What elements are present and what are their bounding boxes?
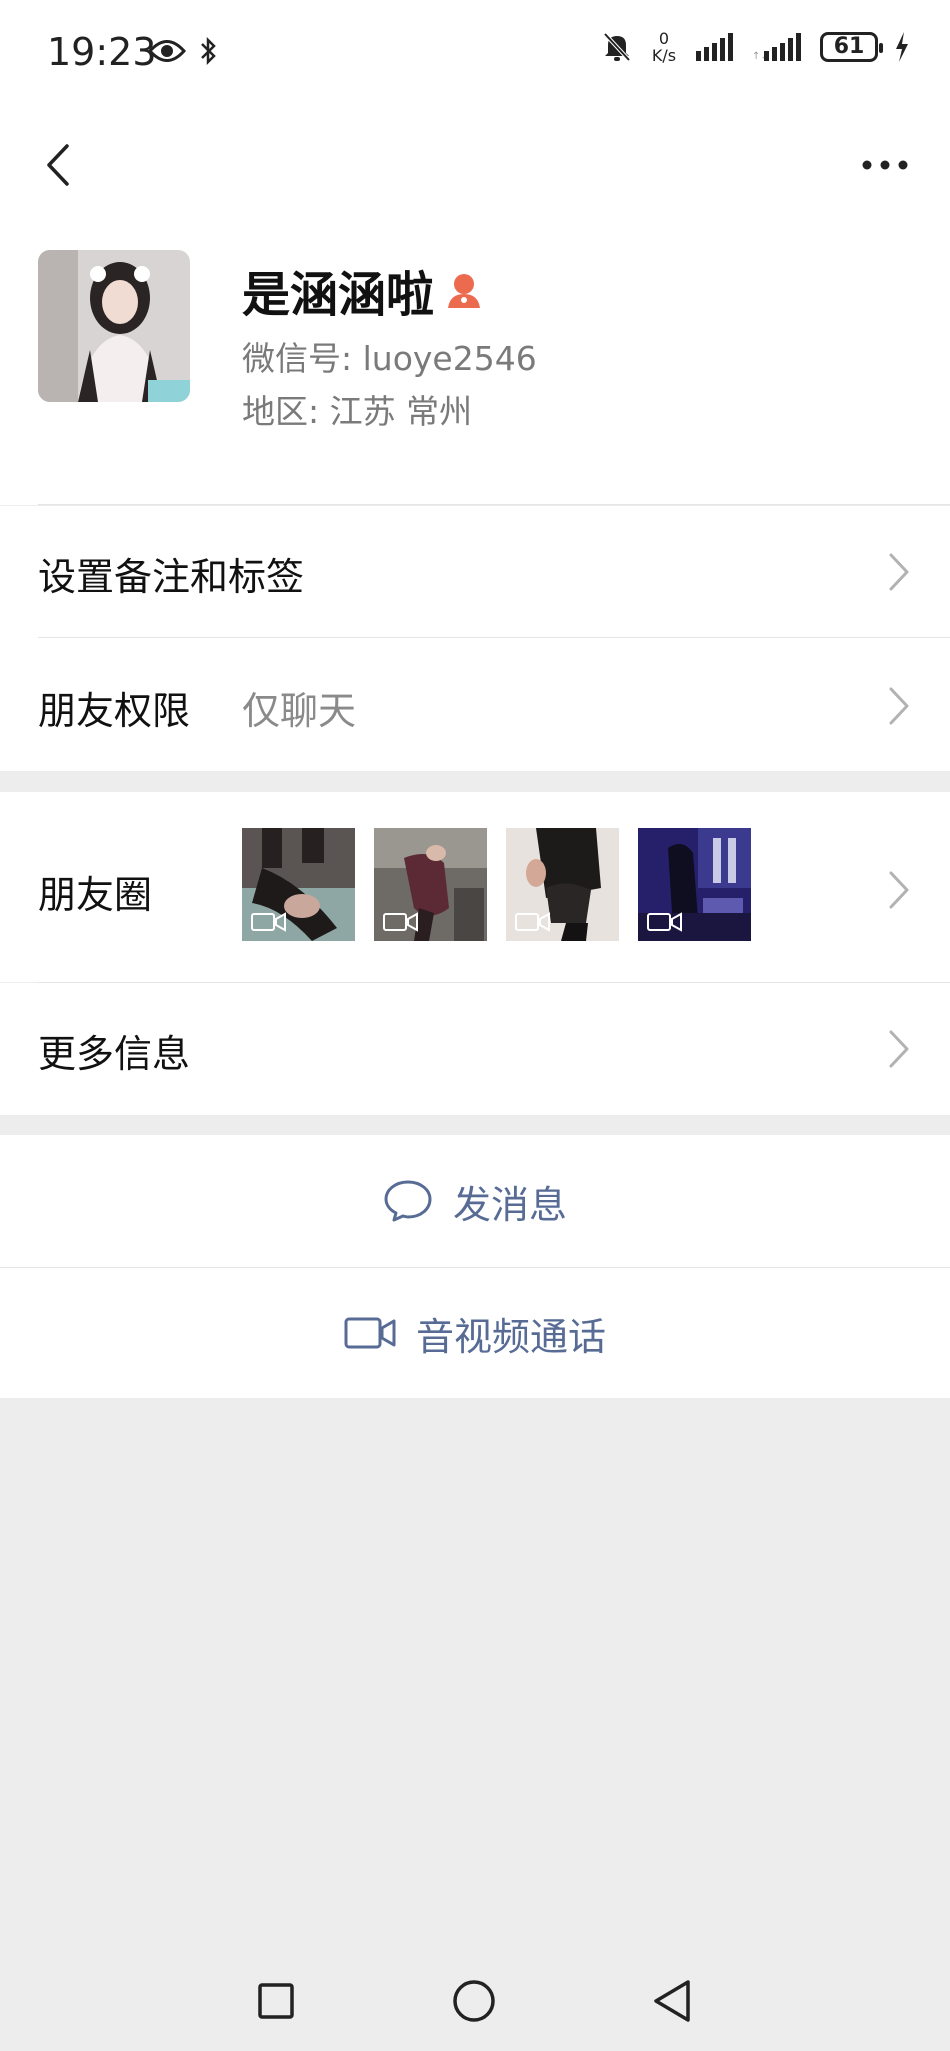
chat-bubble-icon [384,1180,432,1222]
region: 地区: 江苏 常州 [242,392,473,431]
moment-thumbnail[interactable] [242,828,355,941]
video-camera-icon [647,912,682,932]
avatar-image [38,250,190,402]
wechat-id: 微信号: luoye2546 [242,339,537,378]
chevron-right-icon [889,1030,909,1068]
net-speed: 0 K/s [651,29,677,65]
more-info-row[interactable]: 更多信息 [0,983,950,1115]
recents-button[interactable] [250,1975,302,2027]
moment-thumbnail[interactable] [374,828,487,941]
signal-icon [696,33,733,61]
mute-bell-icon [603,32,631,62]
send-message-label: 发消息 [452,1182,567,1227]
more-dots-icon [862,160,908,170]
home-button[interactable] [448,1975,500,2027]
avatar[interactable] [38,250,190,402]
chevron-right-icon [889,687,909,725]
video-camera-icon [251,912,286,932]
eye-icon [148,40,186,62]
name-row: 是涵涵啦 [242,255,484,325]
chevron-right-icon [889,553,909,591]
charging-icon [896,32,908,62]
status-right-icons: 0 K/s ↑↓ 61 [602,30,910,64]
permission-value: 仅聊天 [242,689,357,733]
system-nav-bar [0,1955,950,2051]
status-bar: 19:23 0 K/s ↑↓ 61 [0,0,950,110]
moments-row[interactable]: 朋友圈 [0,792,950,983]
top-nav-bar [0,110,950,240]
video-call-button[interactable]: 音视频通话 [0,1268,950,1398]
row-label: 设置备注和标签 [38,555,305,599]
profile-header: 是涵涵啦 微信号: luoye2546 地区: 江苏 常州 [0,240,950,505]
back-button[interactable] [28,130,88,200]
system-back-button[interactable] [646,1975,698,2027]
video-camera-icon [344,1317,396,1349]
send-message-button[interactable]: 发消息 [0,1135,950,1267]
friend-permission-row[interactable]: 朋友权限 仅聊天 [0,638,950,771]
back-arrow-icon [47,144,69,186]
signal-2-icon: ↑↓ [752,33,801,61]
row-label: 朋友圈 [38,873,153,917]
video-camera-icon [515,912,550,932]
square-icon [258,1983,294,2019]
triangle-back-icon [654,1980,690,2022]
chevron-right-icon [889,871,909,909]
more-options-button[interactable] [850,130,920,200]
moment-thumbnail[interactable] [638,828,751,941]
status-time: 19:23 [47,30,157,74]
set-remark-tags-row[interactable]: 设置备注和标签 [0,506,950,638]
divider [38,504,950,505]
battery-indicator: 61 [820,32,883,62]
bluetooth-icon [201,36,216,66]
moment-thumbnail[interactable] [506,828,619,941]
video-call-label: 音视频通话 [415,1314,606,1359]
gender-female-icon [448,274,481,308]
row-label: 更多信息 [38,1032,191,1076]
row-label: 朋友权限 [38,689,191,733]
moments-thumbnails [242,828,751,941]
status-left-icons [148,36,218,66]
contact-name: 是涵涵啦 [242,267,435,323]
video-camera-icon [383,912,418,932]
circle-icon [453,1980,495,2022]
